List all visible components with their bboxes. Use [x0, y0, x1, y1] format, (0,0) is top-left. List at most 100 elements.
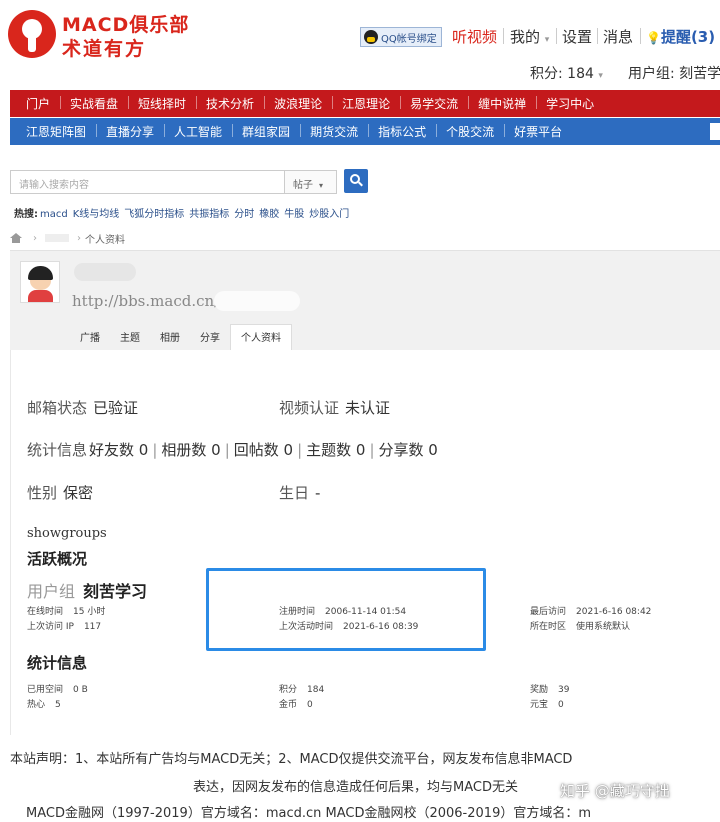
stat-item[interactable]: 主题数 0 — [306, 441, 365, 459]
gender-value: 保密 — [63, 484, 94, 502]
home-icon[interactable] — [10, 233, 22, 243]
hot-keyword-link[interactable]: 橡胶 — [259, 209, 279, 220]
nav-item[interactable]: 人工智能 — [164, 123, 232, 140]
video-auth-label: 视频认证 — [279, 399, 340, 417]
mine-menu[interactable]: 我的 ▾ — [510, 26, 549, 47]
timezone-label: 所在时区 — [530, 622, 567, 632]
tab-2[interactable]: 相册 — [150, 327, 190, 351]
last-visit-value: 2021-6-16 08:42 — [576, 607, 652, 617]
nav-item[interactable]: 江恩矩阵图 — [16, 123, 96, 140]
gender-label: 性别 — [27, 484, 58, 502]
gender: 性别 保密 — [27, 482, 93, 503]
logo-subtitle: 术道有方 — [62, 38, 147, 60]
nav-item[interactable]: 实战看盘 — [60, 95, 128, 112]
nav-item[interactable]: 波浪理论 — [264, 95, 332, 112]
video-link[interactable]: 听视频 — [452, 26, 497, 47]
qq-icon — [364, 30, 378, 44]
coin-label: 金币 — [279, 700, 298, 710]
online-time-value: 15 小时 — [73, 607, 106, 617]
footer-disclaimer-line2: 表达，因网友发布的信息造成任何后果，均与MACD无关 — [193, 780, 518, 795]
hot-search: 热搜: macd K线与均线 飞狐分时指标 共振指标 分时 橡胶 牛股 炒股入门 — [14, 205, 354, 220]
qq-bind-button[interactable]: QQ帐号绑定 — [360, 27, 442, 47]
primary-nav: 门户 实战看盘 短线择时 技术分析 波浪理论 江恩理论 易学交流 缠中说禅 学习中心 — [10, 90, 720, 117]
heart-label: 热心 — [27, 700, 46, 710]
tab-0[interactable]: 广播 — [70, 327, 110, 351]
tab-1[interactable]: 主题 — [110, 327, 150, 351]
video-auth-value: 未认证 — [345, 399, 391, 417]
score: 积分 184 — [279, 682, 324, 695]
usergroup-value[interactable]: 刻苦学习 — [83, 582, 147, 601]
search-button[interactable] — [344, 169, 368, 193]
nav-item[interactable]: 江恩理论 — [332, 95, 400, 112]
score-label: 积分 — [279, 685, 298, 695]
tab-3[interactable]: 分享 — [190, 327, 230, 351]
hot-keyword-link[interactable]: 飞狐分时指标 — [124, 209, 184, 220]
hot-keyword-link[interactable]: 炒股入门 — [309, 209, 349, 220]
url-blurred — [214, 291, 300, 311]
avatar[interactable] — [20, 261, 60, 303]
usergroup-line: 用户组 刻苦学习 — [27, 578, 147, 602]
stat-item[interactable]: 相册数 0 — [161, 441, 220, 459]
secondary-nav: 江恩矩阵图 直播分享 人工智能 群组家园 期货交流 指标公式 个股交流 好票平台 — [10, 118, 720, 145]
online-time: 在线时间 15 小时 — [27, 604, 105, 617]
messages-link[interactable]: 消息 — [603, 26, 633, 47]
chevron-down-icon: ▾ — [319, 181, 324, 190]
breadcrumb: › › 个人资料 — [10, 228, 720, 248]
bulb-icon: 💡 — [646, 31, 661, 45]
profile-url[interactable]: http://bbs.macd.cn/ — [72, 292, 219, 310]
last-visit-label: 最后访问 — [530, 607, 567, 617]
email-status-label: 邮箱状态 — [27, 399, 88, 417]
nav-item[interactable]: 个股交流 — [436, 123, 504, 140]
hot-search-label: 热搜: — [14, 209, 38, 220]
hot-keyword-link[interactable]: 分时 — [234, 209, 254, 220]
stat-item[interactable]: 好友数 0 — [89, 441, 148, 459]
used-space-value: 0 B — [73, 685, 88, 695]
search-input[interactable]: 请输入搜索内容 — [10, 170, 285, 194]
nav-item[interactable]: 学习中心 — [536, 95, 604, 112]
last-visit: 最后访问 2021-6-16 08:42 — [530, 604, 651, 617]
separator: | — [297, 441, 303, 459]
birthday-value: - — [315, 484, 321, 502]
hot-keyword-link[interactable]: 共振指标 — [189, 209, 229, 220]
points-menu[interactable]: 积分: 184 ▾ — [530, 63, 603, 83]
stat-item[interactable]: 回帖数 0 — [234, 441, 293, 459]
last-ip-label: 上次访问 IP — [27, 622, 74, 632]
remind-link[interactable]: 💡提醒(3) — [646, 26, 715, 47]
search-type-select[interactable]: 帖子 ▾ — [285, 170, 337, 194]
online-time-label: 在线时间 — [27, 607, 64, 617]
footer-domains: MACD金融网（1997-2019）官方域名：macd.cn MACD金融网校（… — [26, 806, 591, 821]
treasure: 元宝 0 — [530, 697, 564, 710]
hot-keyword-link[interactable]: K线与均线 — [73, 209, 120, 220]
nav-item[interactable]: 易学交流 — [400, 95, 468, 112]
showgroups-text: showgroups — [27, 526, 107, 541]
profile-info: 邮箱状态 已验证 视频认证 未认证 统计信息 好友数 0 | 相册数 0 | 回帖数 0 | 主题… — [10, 350, 720, 735]
nav-item[interactable]: 短线择时 — [128, 95, 196, 112]
treasure-label: 元宝 — [530, 700, 549, 710]
used-space-label: 已用空间 — [27, 685, 64, 695]
site-logo[interactable] — [8, 10, 56, 58]
username-blurred — [74, 263, 136, 281]
tab-4[interactable]: 个人资料 — [230, 324, 292, 351]
nav-search-box[interactable] — [710, 123, 720, 140]
logo-title: MACD俱乐部 — [62, 14, 190, 36]
stats-label: 统计信息 — [27, 441, 88, 459]
stat-item[interactable]: 分享数 0 — [379, 441, 438, 459]
reward-value: 39 — [558, 685, 570, 695]
hot-keyword-link[interactable]: 牛股 — [284, 209, 304, 220]
breadcrumb-hidden-item[interactable] — [45, 234, 69, 242]
activity-title: 活跃概况 — [27, 550, 88, 568]
nav-item[interactable]: 群组家园 — [232, 123, 300, 140]
used-space: 已用空间 0 B — [27, 682, 88, 695]
nav-item[interactable]: 直播分享 — [96, 123, 164, 140]
hot-keyword-link[interactable]: macd — [40, 209, 68, 220]
chevron-right-icon: › — [77, 232, 81, 244]
birthday-label: 生日 — [279, 484, 310, 502]
nav-item[interactable]: 门户 — [16, 95, 60, 112]
settings-link[interactable]: 设置 — [562, 26, 592, 47]
nav-item[interactable]: 期货交流 — [300, 123, 368, 140]
nav-item[interactable]: 指标公式 — [368, 123, 436, 140]
nav-item[interactable]: 缠中说禅 — [468, 95, 536, 112]
search-type-label: 帖子 — [293, 180, 313, 191]
nav-item[interactable]: 技术分析 — [196, 95, 264, 112]
nav-item[interactable]: 好票平台 — [504, 123, 572, 140]
